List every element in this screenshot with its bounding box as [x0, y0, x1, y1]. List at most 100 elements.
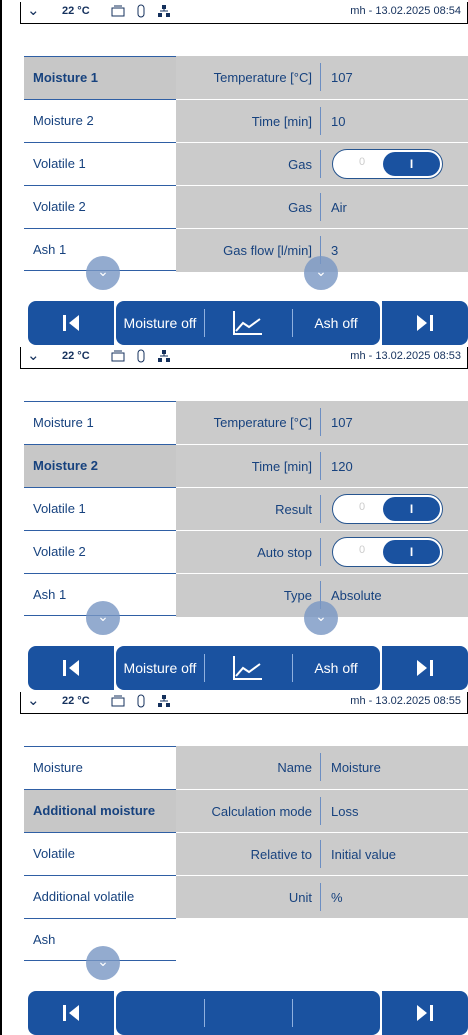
skip-forward-button[interactable]: [382, 646, 468, 690]
sensor-icon: [134, 4, 148, 18]
table-row[interactable]: Temperature [°C] 107: [176, 401, 468, 444]
param-label: Name: [277, 760, 312, 775]
list-item[interactable]: Volatile: [24, 832, 176, 875]
skip-forward-icon: [430, 315, 433, 331]
skip-back-button[interactable]: [28, 991, 114, 1035]
parameter-table: Temperature [°C] 107 Time [min] 120 Result…: [176, 401, 468, 617]
scroll-down-icon[interactable]: ⌄: [304, 601, 338, 635]
skip-back-button[interactable]: [28, 301, 114, 345]
table-row[interactable]: Name Moisture: [176, 746, 468, 789]
param-value: Initial value: [331, 847, 397, 862]
skip-forward-button[interactable]: [382, 991, 468, 1035]
chart-icon: [233, 311, 262, 335]
chart-button[interactable]: [204, 301, 292, 345]
empty-button[interactable]: [292, 991, 380, 1035]
chevron-down-icon[interactable]: ⌄: [27, 2, 40, 20]
table-row[interactable]: Relative to Initial value: [176, 832, 468, 875]
param-label: Calculation mode: [211, 804, 312, 819]
skip-back-button[interactable]: [28, 646, 114, 690]
status-bar: ⌄ 22 °C mh - 13.02.2025 08:53: [20, 347, 468, 369]
list-item[interactable]: Moisture 2: [24, 444, 176, 487]
toggle-off-label: 0: [359, 501, 366, 513]
bottom-toolbar: Moisture off Ash off: [28, 646, 468, 690]
param-label: Time [min]: [251, 114, 312, 129]
network-icon: [157, 4, 171, 18]
parameter-table: Name Moisture Calculation mode Loss Relati…: [176, 746, 468, 918]
table-row[interactable]: Time [min] 10: [176, 99, 468, 142]
ash-off-button[interactable]: Ash off: [292, 646, 380, 690]
list-item[interactable]: Volatile 1: [24, 142, 176, 185]
chart-button[interactable]: [204, 646, 292, 690]
list-item[interactable]: Moisture 1: [24, 56, 176, 99]
list-item[interactable]: Moisture 2: [24, 99, 176, 142]
sensor-icon: [134, 349, 148, 363]
chevron-down-icon[interactable]: ⌄: [27, 692, 40, 710]
param-label: Temperature [°C]: [213, 415, 312, 430]
chart-icon: [233, 656, 262, 680]
param-value: Loss: [331, 804, 359, 819]
scroll-down-icon[interactable]: ⌄: [86, 601, 120, 635]
scroll-down-icon[interactable]: ⌄: [86, 256, 120, 290]
balance-icon: [111, 349, 125, 363]
temperature-readout: 22 °C: [62, 695, 90, 707]
bottom-toolbar: [28, 991, 468, 1035]
list-item[interactable]: Additional moisture: [24, 789, 176, 832]
moisture-off-button[interactable]: Moisture off: [116, 301, 204, 345]
status-bar: ⌄ 22 °C mh - 13.02.2025 08:55: [20, 692, 468, 714]
param-label: Type: [283, 588, 312, 603]
param-value: 120: [331, 459, 353, 474]
table-row: Result 0I: [176, 487, 468, 530]
table-row[interactable]: Time [min] 120: [176, 444, 468, 487]
moisture-off-button[interactable]: Moisture off: [116, 646, 204, 690]
param-value: 107: [331, 70, 353, 85]
param-label: Unit: [288, 890, 312, 905]
screen-panel-2: ⌄ 22 °C mh - 13.02.2025 08:53 Moisture 1…: [4, 345, 468, 690]
balance-icon: [111, 694, 125, 708]
table-row[interactable]: Gas Air: [176, 185, 468, 228]
network-icon: [157, 694, 171, 708]
bottom-toolbar: Moisture off Ash off: [28, 301, 468, 345]
screen-panel-3: ⌄ 22 °C mh - 13.02.2025 08:55 Moisture A…: [4, 690, 468, 1035]
empty-button[interactable]: [204, 991, 292, 1035]
skip-forward-button[interactable]: [382, 301, 468, 345]
table-row: Gas 0I: [176, 142, 468, 185]
chevron-down-icon[interactable]: ⌄: [27, 347, 40, 365]
screen-panel-1: ⌄ 22 °C mh - 13.02.2025 08:54 Moisture 1…: [4, 0, 468, 345]
skip-back-icon: [63, 1005, 66, 1021]
toggle-off-label: 0: [359, 544, 366, 556]
param-label: Relative to: [250, 847, 312, 862]
ash-off-button[interactable]: Ash off: [292, 301, 380, 345]
result-toggle[interactable]: 0I: [332, 494, 443, 524]
program-list: Moisture 1 Moisture 2 Volatile 1 Volatil…: [24, 401, 176, 616]
param-label: Auto stop: [257, 545, 312, 560]
list-item[interactable]: Moisture: [24, 746, 176, 789]
param-value: Moisture: [331, 760, 381, 775]
skip-back-icon: [63, 315, 66, 331]
param-label: Gas: [288, 200, 312, 215]
gas-toggle[interactable]: 0I: [332, 149, 443, 179]
sensor-icon: [134, 694, 148, 708]
temperature-readout: 22 °C: [62, 350, 90, 362]
param-value: %: [331, 890, 343, 905]
auto-stop-toggle[interactable]: 0I: [332, 537, 443, 567]
scroll-down-icon[interactable]: ⌄: [304, 256, 338, 290]
table-row[interactable]: Unit%: [176, 875, 468, 918]
datetime: mh - 13.02.2025 08:54: [350, 5, 461, 17]
param-value: 107: [331, 415, 353, 430]
balance-icon: [111, 4, 125, 18]
list-item[interactable]: Moisture 1: [24, 401, 176, 444]
table-row[interactable]: Temperature [°C] 107: [176, 56, 468, 99]
empty-button[interactable]: [116, 991, 204, 1035]
datetime: mh - 13.02.2025 08:53: [350, 350, 461, 362]
list-item[interactable]: Volatile 1: [24, 487, 176, 530]
param-label: Time [min]: [251, 459, 312, 474]
table-row[interactable]: Calculation mode Loss: [176, 789, 468, 832]
toggle-on-knob: I: [383, 540, 440, 564]
skip-back-icon: [63, 660, 66, 676]
list-item[interactable]: Volatile 2: [24, 185, 176, 228]
list-item[interactable]: Additional volatile: [24, 875, 176, 918]
toggle-off-label: 0: [359, 156, 366, 168]
list-item[interactable]: Volatile 2: [24, 530, 176, 573]
scroll-down-icon[interactable]: ⌄: [86, 946, 120, 980]
program-list: Moisture 1 Moisture 2 Volatile 1 Volatil…: [24, 56, 176, 271]
